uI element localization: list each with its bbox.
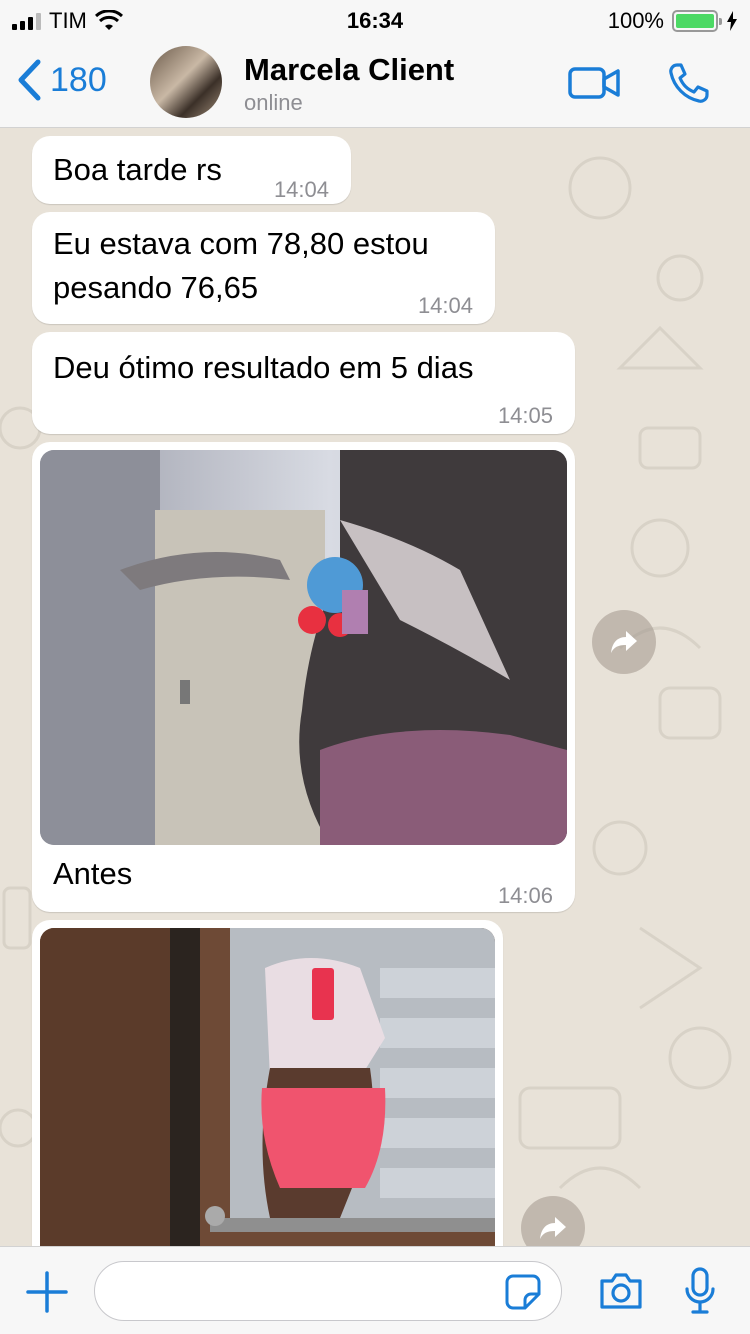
- forward-icon: [540, 1217, 566, 1239]
- microphone-icon[interactable]: [684, 1267, 716, 1315]
- forward-button[interactable]: [592, 610, 656, 674]
- message-time: 14:04: [417, 293, 473, 318]
- contact-status: online: [244, 90, 303, 115]
- photo-image: [40, 928, 495, 1246]
- photo-before[interactable]: [40, 450, 567, 845]
- status-bar: TIM 16:34 100%: [0, 0, 750, 40]
- sticker-icon[interactable]: [505, 1274, 541, 1310]
- message-text: Boa tarde rs: [53, 152, 222, 187]
- photo-image: [40, 450, 567, 845]
- contact-name[interactable]: Marcela Client: [244, 52, 454, 88]
- message-text: Deu ótimo resultado em 5 dias: [53, 350, 474, 385]
- avatar[interactable]: [150, 46, 222, 118]
- input-bar: [0, 1246, 750, 1334]
- message-input[interactable]: [94, 1261, 562, 1321]
- unread-count: 180: [50, 60, 107, 99]
- message-text-line: Eu estava com 78,80 estou: [53, 226, 429, 261]
- message-time: 14:04: [273, 177, 329, 202]
- photo-after[interactable]: [40, 928, 495, 1246]
- photo-message[interactable]: [32, 920, 503, 1246]
- plus-icon[interactable]: [26, 1271, 68, 1313]
- message-time: 14:05: [497, 403, 553, 428]
- battery-icon: [672, 10, 722, 32]
- camera-icon[interactable]: [598, 1271, 644, 1311]
- message-bubble[interactable]: Eu estava com 78,80 estou pesando 76,65 …: [32, 212, 495, 324]
- message-bubble[interactable]: Deu ótimo resultado em 5 dias 14:05: [32, 332, 575, 434]
- back-button[interactable]: 180: [16, 58, 107, 102]
- photo-caption: Antes: [53, 856, 133, 891]
- charging-icon: [727, 11, 737, 31]
- chat-area[interactable]: Boa tarde rs 14:04 Eu estava com 78,80 e…: [0, 128, 750, 1246]
- battery-percent: 100%: [607, 8, 664, 33]
- phone-call-icon[interactable]: [668, 62, 712, 104]
- chat-header: 180 Marcela Client online: [0, 40, 750, 128]
- message-time: 14:06: [497, 883, 553, 908]
- video-call-icon[interactable]: [568, 66, 620, 100]
- message-bubble[interactable]: Boa tarde rs 14:04: [32, 136, 351, 204]
- chevron-left-icon: [18, 59, 41, 101]
- message-text-line: pesando 76,65: [53, 270, 259, 305]
- forward-icon: [611, 631, 637, 653]
- photo-message[interactable]: Antes 14:06: [32, 442, 575, 912]
- status-right: 100%: [608, 8, 738, 34]
